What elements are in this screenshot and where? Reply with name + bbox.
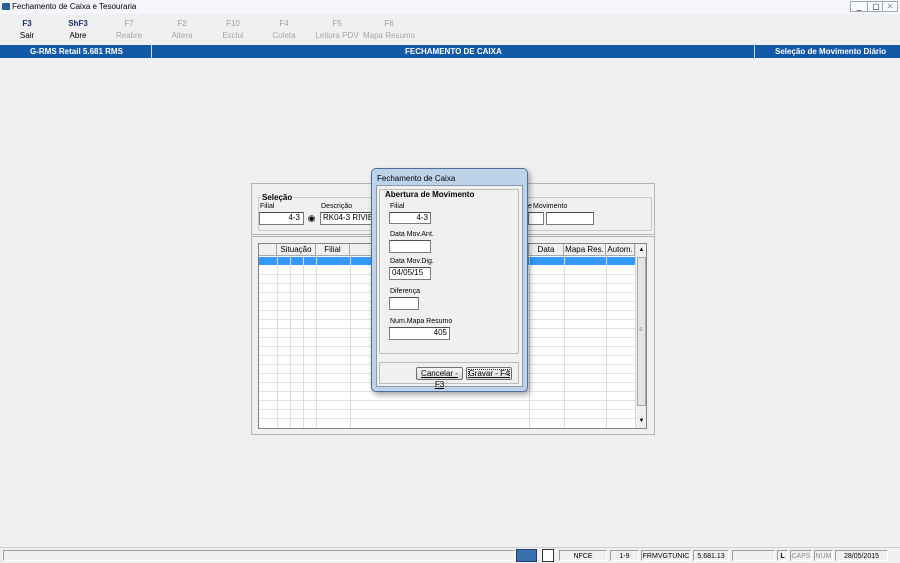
save-button[interactable]: Gravar - F4: [466, 367, 512, 380]
toolbar-leitura-pdv-button[interactable]: F5 Leitura PDV: [310, 14, 364, 44]
grid-line: [259, 400, 635, 401]
shortcut-key: F3: [22, 19, 32, 28]
app-icon: [2, 3, 10, 10]
minimize-button[interactable]: _: [850, 1, 868, 12]
filial-label: Filial: [260, 203, 275, 210]
toolbar-coleta-button[interactable]: F4 Coleta: [257, 14, 311, 44]
grid-header-filial[interactable]: Filial: [316, 244, 350, 256]
grid-line: [316, 256, 317, 428]
window-titlebar: Fechamento de Caixa e Tesouraria _ ▢ ✕: [0, 0, 900, 14]
toolbar-label: Altera: [171, 31, 193, 40]
screen-subtitle: Seleção de Movimento Diário: [775, 47, 887, 56]
selection-title: Seleção: [261, 193, 294, 202]
data-mov-dig-label: Data Mov.Dig.: [390, 258, 434, 265]
grid-header-situacao[interactable]: Situação: [277, 244, 316, 256]
toolbar-label: Abre: [69, 31, 87, 40]
grid-line: [529, 256, 530, 428]
filial-input[interactable]: 4-3: [259, 212, 304, 225]
movimento-prefix: e: [528, 203, 532, 210]
toolbar-label: Exclui: [222, 31, 244, 40]
grip-icon: ≡: [639, 327, 643, 333]
status-blank: [732, 550, 775, 561]
movimento-label: Movimento: [533, 203, 568, 210]
toolbar-sair-button[interactable]: F3 Sair: [0, 14, 54, 44]
shortcut-key: F4: [279, 19, 289, 28]
document-icon: [542, 549, 554, 562]
status-message-pane: [3, 550, 515, 561]
status-program: FRMVGTUNIC: [641, 550, 691, 561]
header-divider: [754, 45, 755, 58]
abertura-group-title: Abertura de Movimento: [384, 190, 476, 199]
shortcut-key: F10: [226, 19, 240, 28]
status-bar: NFCE 1-9 FRMVGTUNIC 5.681.13 L CAPS NUM …: [0, 547, 900, 563]
shortcut-key: F7: [124, 19, 134, 28]
descricao-label: Descrição: [321, 203, 353, 210]
data-mov-ant-label: Data Mov.Ant.: [390, 231, 434, 238]
binoculars-icon[interactable]: ◉: [305, 212, 318, 225]
toolbar-altera-button[interactable]: F2 Altera: [155, 14, 209, 44]
toolbar-abre-button[interactable]: ShF3 Abre: [51, 14, 105, 44]
grid-header-mapa-res[interactable]: Mapa Res.: [564, 244, 606, 256]
toolbar-mapa-resumo-button[interactable]: F6 Mapa Resumo: [362, 14, 416, 44]
status-caps: CAPS: [790, 550, 812, 561]
toolbar-label: Mapa Resumo: [362, 31, 416, 40]
status-l: L: [777, 550, 788, 561]
cancel-button[interactable]: Cancelar - F3: [416, 367, 463, 389]
toolbar-label: Reabre: [115, 31, 143, 40]
status-nfce: NFCE: [559, 550, 607, 561]
close-button[interactable]: ✕: [882, 1, 898, 12]
dlg-filial-input[interactable]: 4-3: [389, 212, 431, 224]
diferenca-input[interactable]: [389, 297, 419, 310]
toolbar-exclui-button[interactable]: F10 Exclui: [206, 14, 260, 44]
grid-line: [350, 256, 351, 428]
data-mov-dig-input[interactable]: 04/05/15: [389, 267, 431, 280]
shortcut-key: F5: [332, 19, 342, 28]
module-header: G-RMS Retail 5.681 RMS FECHAMENTO DE CAI…: [0, 45, 900, 58]
num-mapa-resumo-label: Num.Mapa Resumo: [390, 318, 453, 325]
toolbar-label: Leitura PDV: [315, 31, 359, 40]
scroll-thumb[interactable]: ≡: [637, 257, 646, 406]
shortcut-key: ShF3: [68, 19, 88, 28]
grid-header-autom[interactable]: Autom.: [606, 244, 635, 256]
grid-header-data[interactable]: Data: [529, 244, 564, 256]
grid-line: [259, 409, 635, 410]
screen-title: FECHAMENTO DE CAIXA: [405, 47, 502, 56]
toolbar: F3 Sair ShF3 Abre F7 Reabre F2 Altera F1…: [0, 14, 900, 44]
num-mapa-resumo-input[interactable]: 405: [389, 327, 450, 340]
grid-line: [259, 418, 635, 419]
toolbar-label: Sair: [19, 31, 35, 40]
grid-line: [290, 256, 291, 428]
toolbar-label: Coleta: [272, 31, 296, 40]
grid-line: [606, 256, 607, 428]
status-num: NUM: [814, 550, 833, 561]
data-mov-ant-input[interactable]: [389, 240, 431, 253]
grid-line: [303, 256, 304, 428]
scroll-down-icon[interactable]: ▼: [637, 416, 646, 426]
diferenca-label: Diferença: [390, 288, 420, 295]
grid-line: [564, 256, 565, 428]
network-icon: [516, 549, 537, 562]
vertical-scrollbar[interactable]: ▲ ≡ ▼: [635, 244, 646, 428]
window-title: Fechamento de Caixa e Tesouraria: [12, 2, 137, 11]
movimento-end-input[interactable]: [546, 212, 594, 225]
shortcut-key: F6: [384, 19, 394, 28]
status-pages: 1-9: [610, 550, 639, 561]
status-date: 28/05/2015: [835, 550, 888, 561]
movimento-start-input[interactable]: [528, 212, 544, 225]
system-version-label: G-RMS Retail 5.681 RMS: [30, 47, 123, 56]
dialog-title: Fechamento de Caixa: [377, 174, 456, 183]
shortcut-key: F2: [177, 19, 187, 28]
header-divider: [151, 45, 152, 58]
status-version: 5.681.13: [693, 550, 729, 561]
toolbar-reabre-button[interactable]: F7 Reabre: [102, 14, 156, 44]
descricao-input[interactable]: RK04-3 RIVIERA: [320, 212, 373, 225]
dlg-filial-label: Filial: [390, 203, 405, 210]
grid-line: [277, 256, 278, 428]
grid-header-blank: [259, 244, 277, 256]
scroll-up-icon[interactable]: ▲: [637, 245, 646, 255]
